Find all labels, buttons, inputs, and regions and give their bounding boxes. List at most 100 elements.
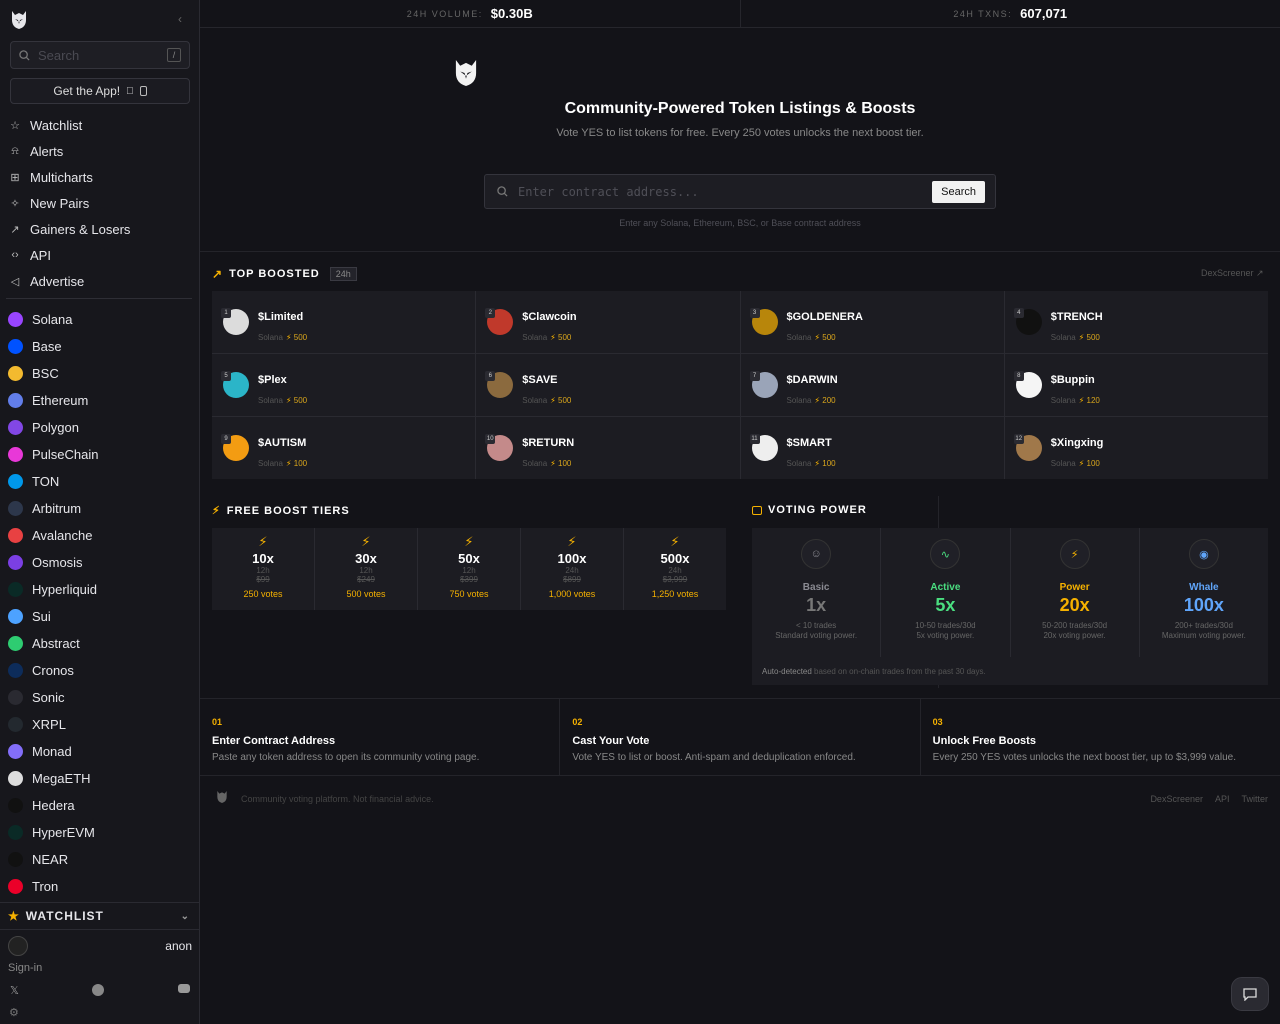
- chain-item-hedera[interactable]: Hedera: [0, 792, 200, 819]
- chain-label: Arbitrum: [32, 501, 82, 516]
- boosted-token-card[interactable]: 7 $DARWIN Solana ⚡︎ 200: [740, 354, 1004, 416]
- chain-item-bsc[interactable]: BSC: [0, 360, 200, 387]
- step-card: 01 Enter Contract Address Paste any token …: [200, 699, 561, 775]
- boosted-token-card[interactable]: 6 $SAVE Solana ⚡︎ 500: [476, 354, 740, 416]
- osmosis-chain-icon: [8, 555, 23, 570]
- chain-item-near[interactable]: NEAR: [0, 846, 200, 873]
- chain-item-ethereum[interactable]: Ethereum: [0, 387, 200, 414]
- nav-item-advertise[interactable]: ◁ Advertise: [0, 268, 200, 294]
- tier-votes-required: 750 votes: [449, 589, 489, 599]
- chain-item-pulsechain[interactable]: PulseChain: [0, 441, 200, 468]
- dexscreener-link[interactable]: DexScreener ↗: [1201, 268, 1264, 279]
- token-chain: Solana: [258, 396, 283, 405]
- get-app-button[interactable]: Get the App! : [10, 78, 190, 104]
- chain-item-sonic[interactable]: Sonic: [0, 684, 200, 711]
- footer-link-dexscreener[interactable]: DexScreener: [1150, 794, 1203, 804]
- token-name: $Buppin: [1050, 374, 1095, 386]
- boosted-token-card[interactable]: 1 $Limited Solana ⚡︎ 500: [212, 291, 476, 353]
- nav-item-api[interactable]: ‹› API: [0, 242, 200, 268]
- hedera-chain-icon: [8, 798, 23, 813]
- footer-disclaimer: Community voting platform. Not financial…: [241, 794, 434, 804]
- chain-item-hyperliquid[interactable]: Hyperliquid: [0, 576, 200, 603]
- chain-item-xrpl[interactable]: XRPL: [0, 711, 200, 738]
- nav-item-gainers-losers[interactable]: ↗ Gainers & Losers: [0, 216, 200, 242]
- level-description: 20x voting power.: [1043, 631, 1106, 640]
- nav-item-watchlist[interactable]: ☆ Watchlist: [0, 112, 200, 138]
- lightning-icon: ⚡︎: [285, 459, 294, 468]
- sidebar: ‹ Search / Get the App!  ☆ Watchlist ⍾ Ale…: [0, 0, 200, 1024]
- search-button[interactable]: Search: [932, 180, 985, 203]
- chain-item-avalanche[interactable]: Avalanche: [0, 522, 200, 549]
- chain-item-arbitrum[interactable]: Arbitrum: [0, 495, 200, 522]
- chain-item-osmosis[interactable]: Osmosis: [0, 549, 200, 576]
- chain-item-solana[interactable]: Solana: [0, 306, 200, 333]
- boosted-token-card[interactable]: 3 $GOLDENERA Solana ⚡︎ 500: [740, 291, 1004, 353]
- boosted-token-card[interactable]: 11 $SMART Solana ⚡︎ 100: [740, 417, 1004, 479]
- boosted-token-card[interactable]: 12 $Xingxing Solana ⚡︎ 100: [1004, 417, 1268, 479]
- telegram-icon[interactable]: [92, 984, 105, 996]
- chain-item-sui[interactable]: Sui: [0, 603, 200, 630]
- chain-item-cronos[interactable]: Cronos: [0, 657, 200, 684]
- auto-detected-label: Auto-detected: [762, 667, 812, 676]
- volume-stat: 24H VOLUME: $0.30B: [200, 0, 741, 27]
- watchlist-section-toggle[interactable]: ★ WATCHLIST ⌄: [0, 902, 200, 930]
- tier-original-price: $3,999: [662, 575, 688, 584]
- token-meta: Solana ⚡︎ 100: [522, 459, 571, 468]
- arbitrum-chain-icon: [8, 501, 23, 516]
- search-input[interactable]: Search /: [10, 41, 190, 69]
- token-name: $SMART: [786, 437, 832, 449]
- sign-in-link[interactable]: Sign-in: [8, 962, 42, 974]
- token-meta: Solana ⚡︎ 500: [258, 396, 307, 405]
- tier-original-price: $899: [563, 575, 581, 584]
- voting-power-panel: ☺ Basic 1x < 10 trades Standard voting power…: [752, 528, 1268, 685]
- nav-item-new-pairs[interactable]: ✧ New Pairs: [0, 190, 200, 216]
- chain-item-base[interactable]: Base: [0, 333, 200, 360]
- lightning-icon: ⚡︎: [1059, 539, 1090, 569]
- chain-label: Polygon: [32, 420, 79, 435]
- chain-item-megaeth[interactable]: MegaETH: [0, 765, 200, 792]
- boosted-token-card[interactable]: 5 $Plex Solana ⚡︎ 500: [212, 354, 476, 416]
- voting-power-title: VOTING POWER: [768, 504, 867, 516]
- chain-label: Tron: [32, 879, 59, 894]
- contract-address-input[interactable]: Enter contract address...: [518, 185, 699, 199]
- boosted-token-card[interactable]: 9 $AUTISM Solana ⚡︎ 100: [212, 417, 476, 479]
- chain-item-abstract[interactable]: Abstract: [0, 630, 200, 657]
- activity-icon: ∿: [930, 539, 961, 569]
- voting-level-basic: ☺ Basic 1x < 10 trades Standard voting power…: [752, 528, 881, 657]
- user-row[interactable]: anon: [8, 936, 192, 956]
- chain-item-monad[interactable]: Monad: [0, 738, 200, 765]
- boost-tier-card: ⚡︎ 30x 12h $249 500 votes: [315, 528, 417, 610]
- chain-item-ton[interactable]: TON: [0, 468, 200, 495]
- chain-item-tron[interactable]: Tron: [0, 873, 200, 900]
- chain-item-hyperevm[interactable]: HyperEVM: [0, 819, 200, 846]
- nav-item-multicharts[interactable]: ⊞ Multicharts: [0, 164, 200, 190]
- main-content: 24H VOLUME: $0.30B 24H TXNS: 607,071 Com…: [200, 0, 1280, 1024]
- discord-icon[interactable]: [178, 984, 190, 993]
- boosted-token-card[interactable]: 8 $Buppin Solana ⚡︎ 120: [1004, 354, 1268, 416]
- logo-icon[interactable]: [10, 10, 28, 30]
- ton-chain-icon: [8, 474, 23, 489]
- rank-badge: 3: [749, 308, 760, 318]
- footer-link-twitter[interactable]: Twitter: [1241, 794, 1268, 804]
- rank-badge: 2: [485, 308, 496, 318]
- trending-up-icon: ↗: [212, 267, 224, 281]
- tier-original-price: $249: [357, 575, 375, 584]
- watchlist-label: WATCHLIST: [25, 909, 104, 923]
- boosted-token-card[interactable]: 4 $TRENCH Solana ⚡︎ 500: [1004, 291, 1268, 353]
- tier-multiplier: 100x: [557, 551, 587, 566]
- chain-item-polygon[interactable]: Polygon: [0, 414, 200, 441]
- step-description: Vote YES to list or boost. Anti-spam and…: [572, 752, 856, 763]
- token-chain: Solana: [786, 459, 812, 468]
- x-twitter-icon[interactable]: 𝕏: [10, 984, 19, 997]
- footer-link-api[interactable]: API: [1215, 794, 1230, 804]
- hero-logo-icon: [455, 60, 477, 86]
- monad-chain-icon: [8, 744, 23, 759]
- lightning-icon: ⚡︎: [285, 333, 294, 342]
- chat-button[interactable]: [1231, 977, 1269, 1011]
- ethereum-chain-icon: [8, 393, 23, 408]
- boosted-token-card[interactable]: 2 $Clawcoin Solana ⚡︎ 500: [476, 291, 740, 353]
- boosted-token-card[interactable]: 10 $RETURN Solana ⚡︎ 100: [476, 417, 740, 479]
- collapse-sidebar-icon[interactable]: ‹: [178, 12, 182, 26]
- nav-item-alerts[interactable]: ⍾ Alerts: [0, 138, 200, 164]
- gear-icon[interactable]: ⚙: [9, 1006, 19, 1019]
